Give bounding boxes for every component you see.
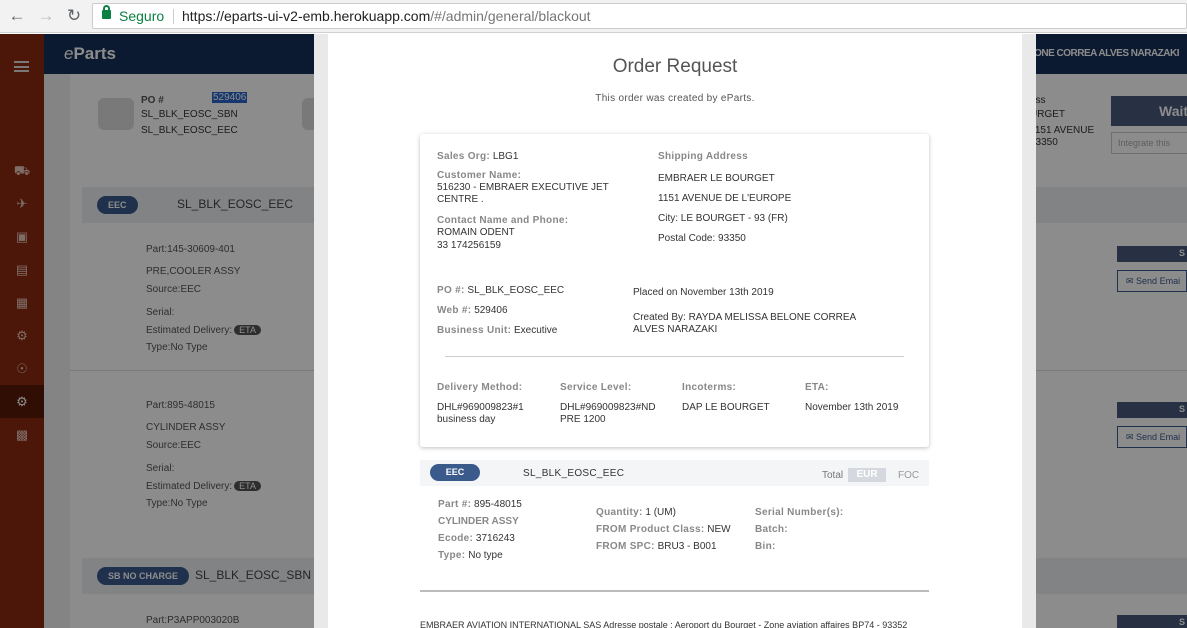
modal-edge [1022,34,1036,628]
business-unit-label: Business Unit: [437,325,512,336]
type-label: Type: [438,550,466,561]
product-title: SL_BLK_EOSC_EEC [523,468,625,479]
foc-label: FOC [898,470,920,481]
sales-org-label: Sales Org: [437,151,491,162]
customer-name-2: CENTRE . [437,194,484,205]
eta-label: ETA: [805,382,829,393]
ecode-label: Ecode: [438,533,474,544]
sales-org: Sales Org: LBG1 [437,151,518,163]
product-class-label: FROM Product Class: [596,524,705,535]
delivery-method-label: Delivery Method: [437,382,523,393]
product-header: EEC SL_BLK_EOSC_EEC Total EUR FOC [420,460,929,486]
serial-numbers-label: Serial Number(s): [755,507,844,518]
po-label: PO #: [437,285,465,296]
footer-divider [420,590,929,592]
part-value: 895-48015 [474,499,522,510]
address-bar[interactable]: Seguro https://eparts-ui-v2-emb.herokuap… [92,3,1187,29]
contact-label: Contact Name and Phone: [437,215,569,226]
secure-label: Seguro [119,8,165,24]
delivery-method-2: business day [437,414,496,425]
ecode-value: 3716243 [475,533,515,544]
business-unit-value: Executive [514,325,558,336]
browser-toolbar: ← → ↻ Seguro https://eparts-ui-v2-emb.he… [0,0,1187,33]
eta-value: November 13th 2019 [805,402,899,413]
shipping-line-2: 1151 AVENUE DE L'EUROPE [658,193,792,204]
product-class: FROM Product Class: NEW [596,524,731,536]
quantity-value: 1 (UM) [645,507,676,518]
batch-label: Batch: [755,524,788,535]
created-by-2: ALVES NARAZAKI [633,324,718,335]
type-value: No type [468,550,503,561]
currency-badge: EUR [848,468,886,482]
modal-edge [314,34,328,628]
delivery-method-1: DHL#969009823#1 [437,402,524,413]
modal-title: Order Request [612,56,738,77]
product-description: CYLINDER ASSY [438,516,519,527]
url-path: /#/admin/general/blackout [430,8,591,24]
part-label: Part #: [438,499,472,510]
service-level-2: PRE 1200 [560,414,606,425]
order-request-modal: Order Request This order was created by … [314,34,1036,628]
shipping-address-label: Shipping Address [658,151,748,162]
sales-org-value: LBG1 [492,151,519,162]
footer-address: EMBRAER AVIATION INTERNATIONAL SAS Adres… [420,620,908,628]
back-arrow-icon[interactable]: ← [6,5,28,27]
web-value: 529406 [474,305,508,316]
address-separator [173,9,174,24]
modal-subtitle: This order was created by eParts. [595,93,755,104]
created-by-1: Created By: RAYDA MELISSA BELONE CORREA [633,312,857,323]
product-type: Type: No type [438,550,503,562]
service-level-1: DHL#969009823#ND [560,402,656,413]
spc-label: FROM SPC: [596,541,655,552]
incoterms-value: DAP LE BOURGET [682,402,770,413]
product-badge: EEC [430,464,480,481]
bin-label: Bin: [755,541,776,552]
order-details-card: Sales Org: LBG1 Customer Name: 516230 - … [420,134,929,447]
product-class-value: NEW [707,524,731,535]
quantity-label: Quantity: [596,507,643,518]
total-label: Total [822,470,844,481]
web-label: Web #: [437,305,472,316]
incoterms-label: Incoterms: [682,382,737,393]
service-level-label: Service Level: [560,382,632,393]
customer-name-1: 516230 - EMBRAER EXECUTIVE JET [437,182,609,193]
business-unit-field: Business Unit: Executive [437,325,557,337]
contact-phone: 33 174256159 [437,240,501,251]
customer-name-label: Customer Name: [437,170,522,181]
spc-value: BRU3 - B001 [657,541,717,552]
card-divider [445,356,904,357]
contact-name: ROMAIN ODENT [437,227,515,238]
url-host: https://eparts-ui-v2-emb.herokuapp.com [182,8,431,24]
forward-arrow-icon[interactable]: → [35,5,57,27]
url-text[interactable]: https://eparts-ui-v2-emb.herokuapp.com/#… [182,8,591,24]
placed-on: Placed on November 13th 2019 [633,287,774,298]
shipping-line-1: EMBRAER LE BOURGET [658,173,775,184]
lock-icon [102,5,111,19]
po-number-field: PO #: SL_BLK_EOSC_EEC [437,285,564,297]
shipping-line-3: City: LE BOURGET - 93 (FR) [658,213,788,224]
product-ecode: Ecode: 3716243 [438,533,515,545]
product-quantity: Quantity: 1 (UM) [596,507,676,519]
product-part: Part #: 895-48015 [438,499,522,511]
shipping-line-4: Postal Code: 93350 [658,233,746,244]
po-value: SL_BLK_EOSC_EEC [467,285,565,296]
product-spc: FROM SPC: BRU3 - B001 [596,541,717,553]
reload-icon[interactable]: ↻ [63,5,85,27]
web-number-field: Web #: 529406 [437,305,508,317]
